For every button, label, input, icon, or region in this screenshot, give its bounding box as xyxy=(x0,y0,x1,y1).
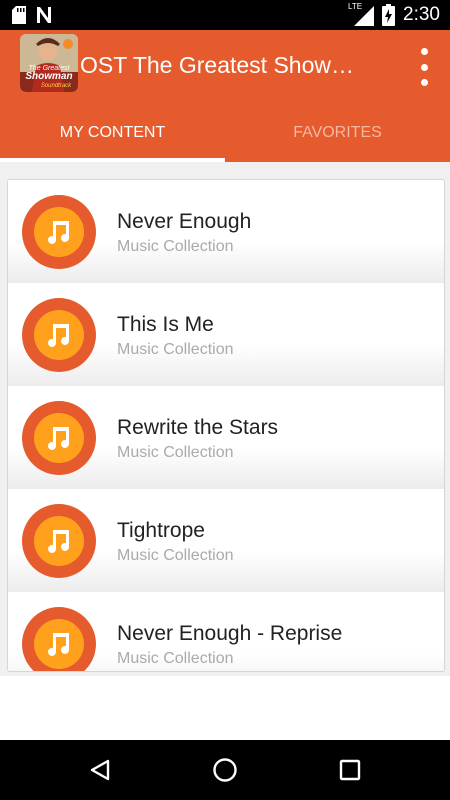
svg-text:Soundtrack: Soundtrack xyxy=(41,83,72,89)
back-button[interactable] xyxy=(86,756,114,784)
list-item-title: Never Enough - Reprise xyxy=(117,622,343,645)
list-item-subtitle: Music Collection xyxy=(117,650,234,667)
app-bar: The Greatest Showman Soundtrack OST The … xyxy=(0,30,450,162)
list-item-title: This Is Me xyxy=(117,313,214,336)
list-item-subtitle: Music Collection xyxy=(117,238,234,255)
overflow-dot-icon xyxy=(420,63,428,71)
list-item[interactable]: Never Enough Music Collection xyxy=(8,180,444,284)
n-notification-icon xyxy=(37,7,51,23)
app-logo-image: The Greatest Showman Soundtrack xyxy=(20,34,78,92)
tab-my-content[interactable]: MY CONTENT xyxy=(0,116,225,162)
home-button[interactable] xyxy=(211,756,239,784)
tab-favorites-label: FAVORITES xyxy=(293,124,382,141)
music-note-icon xyxy=(34,413,84,463)
overflow-dot-icon xyxy=(420,48,428,55)
back-icon xyxy=(90,759,110,781)
list-item[interactable]: Never Enough - Reprise Music Collection xyxy=(8,592,444,671)
tab-favorites[interactable]: FAVORITES xyxy=(225,116,450,162)
status-bar: LTE 2:30 xyxy=(0,0,450,30)
list-item-subtitle: Music Collection xyxy=(117,444,234,461)
signal-indicator: LTE xyxy=(348,2,375,26)
music-note-icon xyxy=(34,310,84,360)
music-note-icon xyxy=(34,516,84,566)
tab-bar: MY CONTENT FAVORITES xyxy=(0,116,450,162)
recents-button[interactable] xyxy=(336,756,364,784)
list-item-subtitle: Music Collection xyxy=(117,341,234,358)
sd-card-icon xyxy=(12,6,26,24)
list-item-title: Rewrite the Stars xyxy=(117,416,279,439)
list-item-subtitle: Music Collection xyxy=(117,547,234,564)
music-note-icon xyxy=(34,619,84,669)
status-right: LTE 2:30 xyxy=(348,2,440,26)
music-note-icon xyxy=(34,207,84,257)
app-title: OST The Greatest Showman Soundtrack xyxy=(80,52,370,78)
music-note-icon-badge xyxy=(22,195,96,269)
list-item[interactable]: Tightrope Music Collection xyxy=(8,489,444,593)
list-item-title: Tightrope xyxy=(117,519,205,542)
home-icon xyxy=(213,758,237,782)
list-item[interactable]: This Is Me Music Collection xyxy=(8,283,444,387)
signal-icon xyxy=(354,6,375,26)
content-area: Never Enough Music Collection This Is Me… xyxy=(0,162,450,676)
battery-charging-icon xyxy=(382,4,396,26)
status-time: 2:30 xyxy=(403,4,440,25)
overflow-dot-icon xyxy=(420,79,428,86)
navigation-bar xyxy=(0,740,450,800)
music-note-icon-badge xyxy=(22,607,96,671)
svg-text:Showman: Showman xyxy=(25,71,72,82)
song-list[interactable]: Never Enough Music Collection This Is Me… xyxy=(7,179,445,672)
recents-icon xyxy=(339,759,361,781)
overflow-menu-button[interactable] xyxy=(416,48,432,86)
music-note-icon-badge xyxy=(22,504,96,578)
tab-my-content-label: MY CONTENT xyxy=(59,124,166,141)
music-note-icon-badge xyxy=(22,298,96,372)
list-item[interactable]: Rewrite the Stars Music Collection xyxy=(8,386,444,490)
music-note-icon-badge xyxy=(22,401,96,475)
list-item-title: Never Enough xyxy=(117,210,252,233)
status-left xyxy=(12,6,52,24)
app-logo: The Greatest Showman Soundtrack xyxy=(20,34,78,92)
